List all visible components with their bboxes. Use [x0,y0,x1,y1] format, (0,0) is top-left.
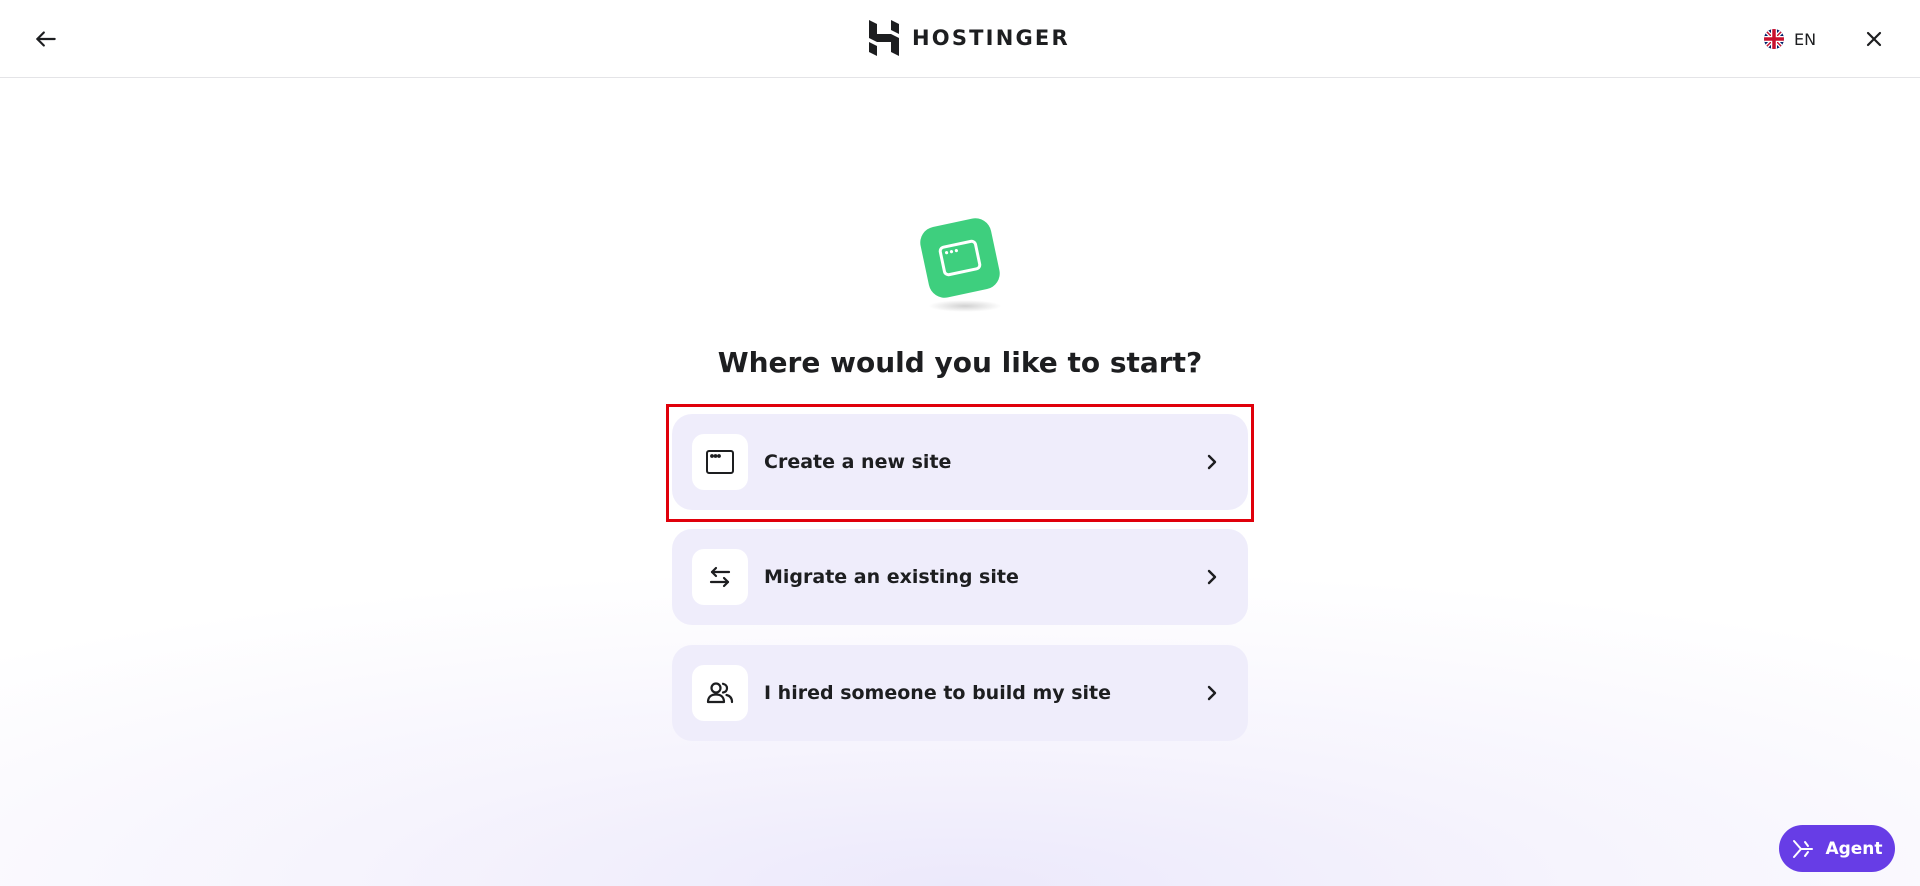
arrow-left-icon [36,31,56,47]
hostinger-logo-mark [869,20,899,56]
hostinger-logo[interactable]: HOSTINGER [868,20,1070,56]
hero-icon-shadow [928,300,1002,312]
option-icon-container [692,434,748,490]
close-button[interactable] [1856,21,1892,57]
agent-sparkle-icon [1793,839,1814,858]
agent-button[interactable]: Agent [1779,825,1895,872]
chevron-right-icon [1200,681,1224,705]
top-bar: HOSTINGER EN [0,0,1920,78]
option-label: Migrate an existing site [764,566,1019,588]
chevron-right-icon [1200,565,1224,589]
option-label: Create a new site [764,451,952,473]
page-title: Where would you like to start? [717,346,1203,379]
option-hired-someone[interactable]: I hired someone to build my site [672,645,1248,741]
close-icon [1866,31,1882,47]
people-icon [706,682,734,704]
option-icon-container [692,549,748,605]
language-selector[interactable]: EN [1764,24,1816,54]
back-button[interactable] [28,21,64,57]
browser-window-icon [706,450,734,474]
chevron-right-icon [1200,450,1224,474]
option-icon-container [692,665,748,721]
language-label: EN [1794,29,1817,49]
uk-flag-icon [1764,29,1784,49]
option-create-new-site[interactable]: Create a new site [672,414,1248,510]
brand-name: HOSTINGER [912,26,1070,50]
option-migrate-existing-site[interactable]: Migrate an existing site [672,529,1248,625]
agent-label: Agent [1825,838,1883,859]
arrows-swap-icon [709,566,731,588]
browser-window-icon [920,218,1000,298]
option-label: I hired someone to build my site [764,682,1112,704]
